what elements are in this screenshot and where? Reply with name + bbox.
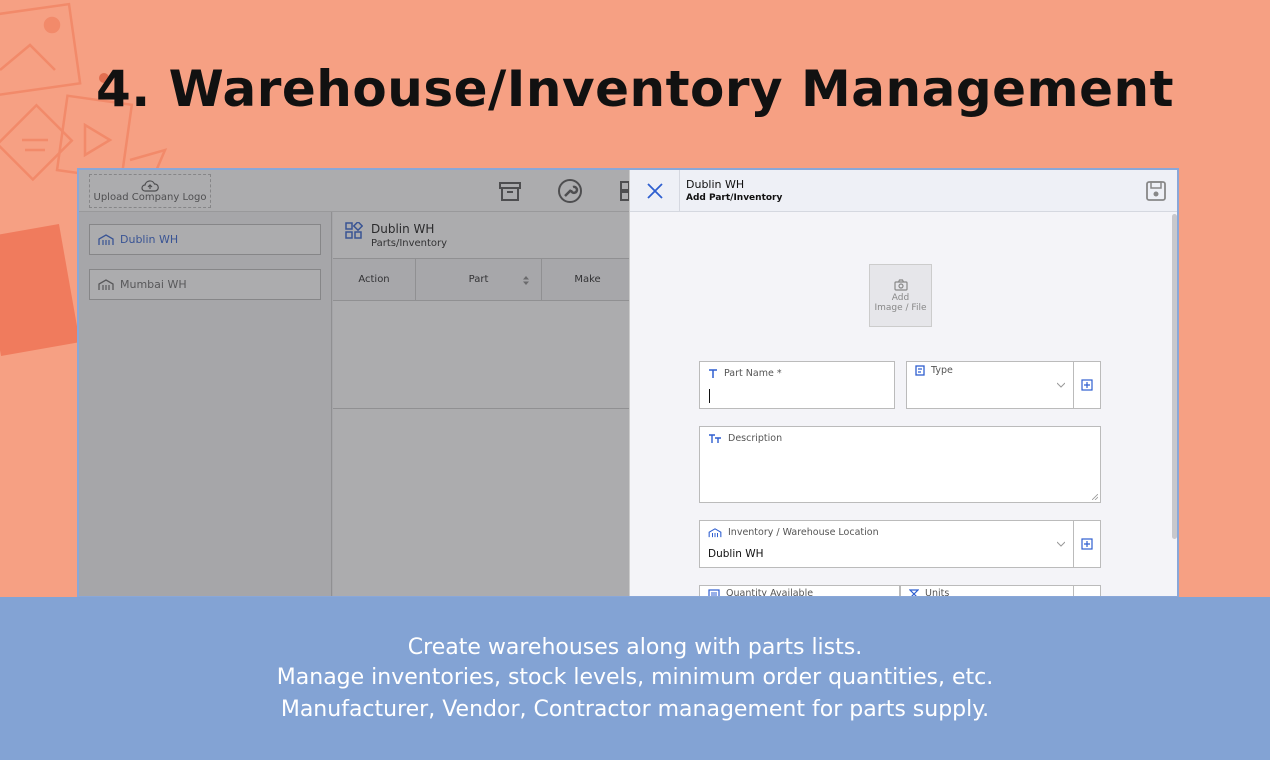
add-image-button[interactable]: Add Image / File bbox=[869, 264, 932, 327]
caption-line-3: Manufacturer, Vendor, Contractor managem… bbox=[280, 697, 990, 722]
page-title: 4. Warehouse/Inventory Management bbox=[95, 60, 1175, 118]
chevron-down-icon bbox=[1057, 382, 1065, 388]
plus-square-icon bbox=[1081, 379, 1093, 391]
panel-title: Dublin WH bbox=[686, 178, 745, 191]
location-label: Inventory / Warehouse Location bbox=[708, 527, 879, 538]
text-cursor bbox=[709, 389, 710, 403]
app-window: Upload Company Logo Dublin WH Mumbai WH … bbox=[77, 168, 1179, 598]
add-type-button[interactable] bbox=[1073, 361, 1101, 409]
part-name-label: Part Name * bbox=[708, 368, 782, 379]
plus-square-icon bbox=[1081, 538, 1093, 550]
camera-icon bbox=[893, 278, 908, 291]
location-select[interactable]: Inventory / Warehouse Location Dublin WH bbox=[699, 520, 1074, 568]
add-part-panel: Dublin WH Add Part/Inventory Add Image /… bbox=[629, 170, 1177, 596]
add-location-button[interactable] bbox=[1073, 520, 1101, 568]
close-button[interactable] bbox=[630, 170, 680, 212]
panel-header: Dublin WH Add Part/Inventory bbox=[630, 170, 1177, 212]
type-icon bbox=[915, 365, 925, 376]
type-select[interactable]: Type bbox=[906, 361, 1074, 409]
resize-handle-icon[interactable] bbox=[1092, 494, 1098, 500]
panel-subtitle: Add Part/Inventory bbox=[686, 193, 783, 203]
close-icon bbox=[646, 183, 663, 199]
text-icon bbox=[709, 368, 717, 378]
description-field[interactable]: Description bbox=[699, 426, 1101, 503]
part-name-field[interactable]: Part Name * bbox=[699, 361, 895, 409]
description-label: Description bbox=[708, 433, 782, 444]
save-icon[interactable] bbox=[1145, 180, 1167, 202]
type-label: Type bbox=[915, 365, 953, 376]
caption-line-2: Manage inventories, stock levels, minimu… bbox=[276, 665, 994, 690]
warehouse-icon bbox=[708, 527, 722, 537]
modal-backdrop[interactable] bbox=[79, 170, 629, 596]
caption-band: Create warehouses along with parts lists… bbox=[0, 597, 1270, 760]
add-image-label: Add bbox=[891, 292, 910, 303]
panel-scrollbar[interactable] bbox=[1172, 214, 1177, 539]
chevron-down-icon bbox=[1057, 541, 1065, 547]
location-value: Dublin WH bbox=[708, 548, 764, 560]
add-image-label-2: Image / File bbox=[874, 302, 927, 313]
text-size-icon bbox=[709, 433, 721, 443]
caption-line-1: Create warehouses along with parts lists… bbox=[407, 635, 863, 660]
